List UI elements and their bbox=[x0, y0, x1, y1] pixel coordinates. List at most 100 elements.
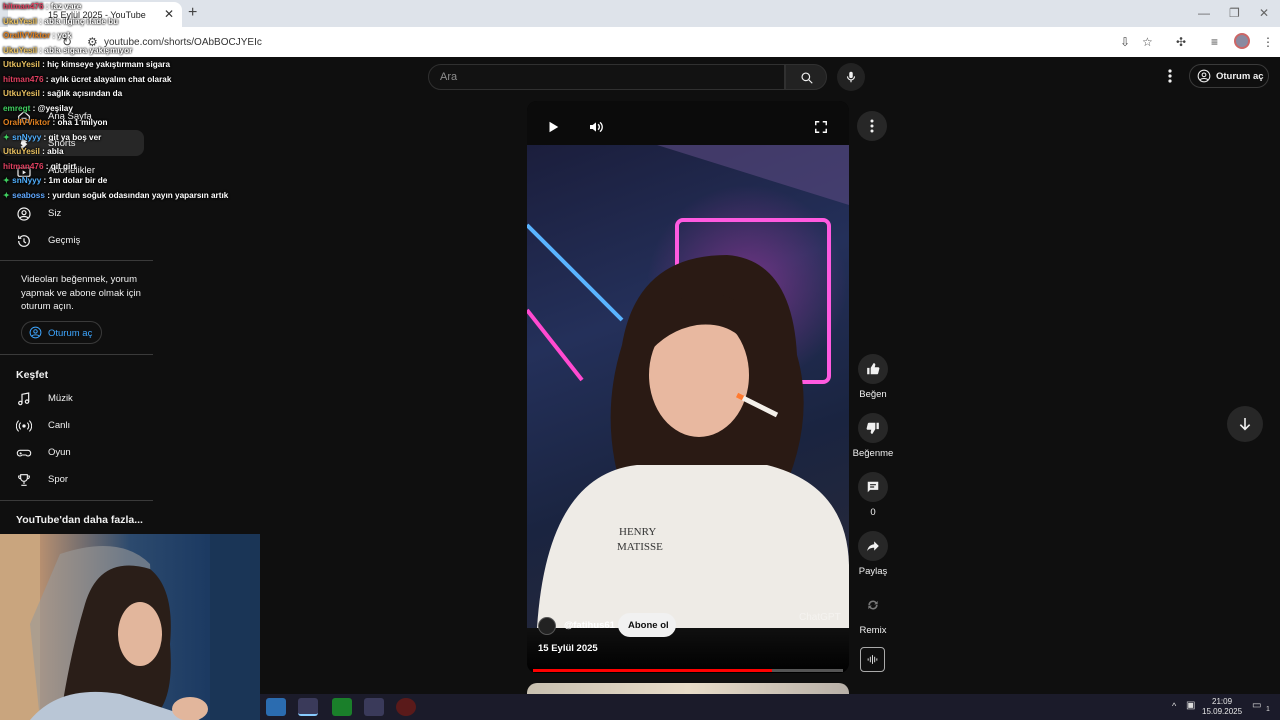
shirt-text-line-1: HENRY bbox=[619, 526, 656, 538]
sidebar-item-history[interactable]: Geçmiş bbox=[0, 227, 153, 253]
chat-badge-icon: ✦ bbox=[3, 132, 13, 142]
search-input[interactable]: Ara bbox=[428, 64, 785, 90]
install-app-icon[interactable]: ⇩ bbox=[1120, 35, 1130, 49]
chat-username: hitman476 bbox=[3, 2, 44, 11]
stream-chat-overlay: hitman476 : faz vare UkuYesil : abla ilgi… bbox=[3, 0, 233, 203]
sidebar-item-sports[interactable]: Spor bbox=[0, 466, 153, 492]
history-icon bbox=[18, 235, 30, 247]
search-placeholder: Ara bbox=[440, 71, 458, 83]
settings-menu-button[interactable] bbox=[1162, 66, 1178, 86]
progress-bar[interactable] bbox=[533, 669, 843, 672]
arrow-down-icon bbox=[1239, 418, 1251, 431]
chat-badge-icon: ✦ bbox=[3, 190, 13, 200]
chat-text: : abla bbox=[39, 147, 64, 156]
chat-message: UkuYesil : abla ilginç ifade bu bbox=[3, 15, 233, 30]
progress-fill bbox=[533, 669, 772, 672]
video-frame: HENRY MATISSE bbox=[527, 145, 849, 628]
media-controls-icon[interactable]: ≡ bbox=[1211, 35, 1218, 49]
browser-menu-icon[interactable]: ⋮ bbox=[1262, 35, 1274, 49]
explore-heading: Keşfet bbox=[16, 369, 49, 381]
chat-badge-icon: ✦ bbox=[3, 176, 13, 185]
signin-button[interactable]: Oturum aç bbox=[1189, 64, 1269, 88]
fullscreen-icon[interactable] bbox=[814, 120, 828, 134]
chat-username: OrallVViktor bbox=[3, 31, 51, 40]
chat-text: : 1m dolar bir de bbox=[41, 176, 108, 185]
xbox-icon[interactable] bbox=[332, 698, 352, 716]
sidebar-divider bbox=[0, 260, 153, 261]
sidebar-item-you[interactable]: Siz bbox=[0, 200, 153, 226]
chat-username: emregt bbox=[3, 103, 31, 113]
thumbs-down-icon bbox=[866, 422, 879, 434]
notification-icon[interactable]: ▭ bbox=[1252, 700, 1261, 711]
sidebar-item-music[interactable]: Müzik bbox=[0, 385, 153, 411]
channel-name[interactable]: @fatihus61 bbox=[564, 620, 615, 631]
remix-label: Remix bbox=[859, 625, 887, 636]
sidebar-item-gaming[interactable]: Oyun bbox=[0, 439, 153, 465]
chat-message: hitman476 : faz vare bbox=[3, 0, 233, 15]
taskbar-clock[interactable]: 21:09 15.09.2025 bbox=[1202, 697, 1242, 717]
subscribe-label: Abone ol bbox=[628, 620, 669, 631]
channel-avatar[interactable] bbox=[538, 617, 556, 635]
chrome-icon[interactable] bbox=[298, 698, 318, 716]
chat-message: UtkuYesil : abla bbox=[3, 145, 233, 160]
voice-search-button[interactable] bbox=[837, 63, 865, 91]
account-circle-icon bbox=[29, 326, 42, 339]
sidebar-item-label: Spor bbox=[48, 474, 69, 485]
chat-username: UtkuYesil bbox=[3, 89, 40, 98]
remix-button[interactable]: Remix bbox=[852, 590, 894, 636]
share-button[interactable]: Paylaş bbox=[852, 531, 894, 577]
profile-avatar[interactable] bbox=[1234, 33, 1250, 49]
thumbs-up-icon bbox=[867, 363, 880, 375]
chrome-profile-icon[interactable] bbox=[364, 698, 384, 716]
sidebar-item-label: Geçmiş bbox=[48, 235, 81, 246]
file-explorer-icon[interactable] bbox=[266, 698, 286, 716]
audio-wave-icon bbox=[867, 655, 878, 664]
subscribe-button[interactable]: Abone ol bbox=[618, 613, 676, 637]
comment-icon bbox=[867, 481, 879, 493]
chat-message: ✦ snNyyy : git ya boş ver bbox=[3, 131, 233, 146]
more-actions-button[interactable] bbox=[857, 111, 887, 141]
shorts-player[interactable]: HENRY MATISSE @fatihus61 Abone ol 15 Eyl… bbox=[527, 101, 849, 673]
play-icon[interactable] bbox=[546, 120, 560, 134]
chat-username: snNyyy bbox=[12, 176, 42, 185]
remix-icon bbox=[868, 600, 878, 610]
search-icon bbox=[801, 72, 813, 84]
player-controls-bar bbox=[527, 101, 849, 145]
comments-button[interactable]: 0 bbox=[852, 472, 894, 518]
extensions-icon[interactable]: ✣ bbox=[1176, 35, 1186, 49]
minimize-icon[interactable]: — bbox=[1198, 6, 1210, 20]
like-button[interactable]: Beğen bbox=[852, 354, 894, 400]
chat-text: : sağlık açısından da bbox=[39, 89, 123, 98]
bookmark-star-icon[interactable]: ☆ bbox=[1142, 35, 1153, 49]
chat-message: UtkuYesil : hiç kimseye yakıştırmam siga… bbox=[3, 58, 233, 73]
volume-icon[interactable] bbox=[588, 119, 604, 135]
tray-chevron-icon[interactable]: ^ bbox=[1172, 701, 1176, 711]
close-icon[interactable]: ✕ bbox=[1259, 6, 1269, 20]
like-label: Beğen bbox=[859, 389, 887, 400]
search-button[interactable] bbox=[785, 64, 827, 90]
dislike-button[interactable]: Beğenme bbox=[852, 413, 894, 459]
dislike-label: Beğenme bbox=[852, 448, 894, 459]
signin-prompt-text: Videoları beğenmek, yorum yapmak ve abon… bbox=[21, 274, 141, 312]
sound-button[interactable] bbox=[860, 647, 885, 672]
chat-username: UtkuYesil bbox=[3, 60, 40, 69]
notification-count: 1 bbox=[1266, 706, 1270, 713]
more-vert-icon bbox=[870, 119, 874, 133]
next-video-button[interactable] bbox=[1227, 406, 1263, 442]
share-icon bbox=[867, 541, 879, 552]
sidebar-signin-button[interactable]: Oturum aç bbox=[21, 321, 102, 344]
chat-username: UkuYesil bbox=[3, 16, 38, 26]
obs-icon[interactable] bbox=[396, 698, 416, 716]
chat-username: OrallVViktor bbox=[3, 118, 51, 127]
chat-username: hitman476 bbox=[3, 161, 44, 171]
trophy-icon bbox=[18, 474, 30, 486]
maximize-icon[interactable]: ❐ bbox=[1229, 6, 1240, 20]
more-from-youtube-heading: YouTube'dan daha fazla... bbox=[16, 514, 143, 526]
network-icon[interactable]: ▣ bbox=[1186, 700, 1195, 711]
sidebar-item-label: Müzik bbox=[48, 393, 73, 404]
clock-time: 21:09 bbox=[1212, 697, 1233, 706]
windows-taskbar: ^ ▣ 21:09 15.09.2025 ▭ 1 bbox=[260, 694, 1280, 720]
chat-message: ✦ snNyyy : 1m dolar bir de bbox=[3, 174, 233, 189]
sidebar-item-live[interactable]: Canlı bbox=[0, 412, 153, 438]
chat-text: : abla sigara yakışmıyor bbox=[37, 45, 133, 55]
